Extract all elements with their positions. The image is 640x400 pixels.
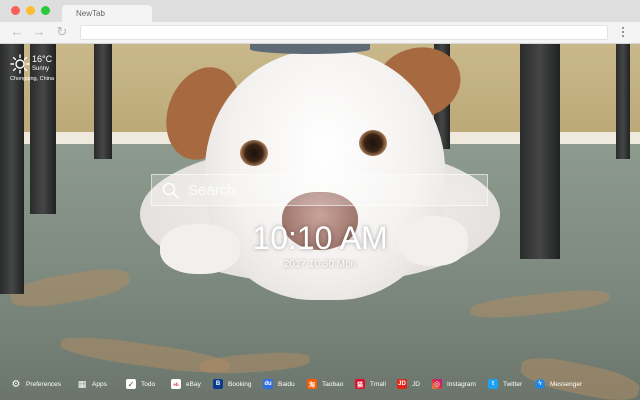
jd-shortcut[interactable]: JD JD: [397, 378, 420, 390]
weather-location: Chongqing, China: [10, 76, 55, 82]
baidu-label: Baidu: [278, 380, 295, 388]
baidu-icon: du: [263, 379, 273, 389]
search-box: [151, 174, 488, 206]
taobao-shortcut[interactable]: 淘 Taobao: [307, 378, 343, 390]
booking-icon: B: [213, 379, 223, 389]
tab-title: NewTab: [76, 9, 105, 18]
ebay-shortcut[interactable]: eb eBay: [171, 378, 201, 390]
apps-button[interactable]: ▦ Apps: [77, 378, 107, 390]
tab-newtab[interactable]: NewTab: [62, 5, 152, 22]
back-button[interactable]: ←: [10, 25, 24, 39]
taobao-icon: 淘: [307, 379, 317, 389]
sun-icon: [10, 54, 30, 74]
weather-condition: Sunny: [32, 66, 50, 72]
instagram-shortcut[interactable]: ◎ Instagram: [432, 378, 476, 390]
tmall-shortcut[interactable]: 猫 Tmall: [355, 378, 386, 390]
tab-strip: NewTab: [0, 0, 640, 22]
taobao-label: Taobao: [322, 380, 344, 388]
reload-button[interactable]: ↻: [55, 25, 69, 39]
clock-date: 2017.10.30 Mon: [283, 259, 357, 270]
tmall-icon: 猫: [355, 379, 365, 389]
instagram-icon: ◎: [432, 379, 442, 389]
baidu-shortcut[interactable]: du Baidu: [263, 378, 295, 390]
close-window-button[interactable]: [11, 6, 20, 15]
grid-icon: ▦: [77, 378, 87, 389]
clock-time: 10:10 AM: [252, 220, 388, 256]
maximize-window-button[interactable]: [41, 6, 50, 15]
booking-shortcut[interactable]: B Booking: [213, 378, 252, 390]
checkbox-icon: ✓: [126, 379, 136, 389]
jd-label: JD: [412, 380, 420, 388]
messenger-label: Messenger: [550, 380, 583, 388]
bottom-shortcut-bar: ⚙ Preferences ▦ Apps ✓ Todo eb eBay B Bo…: [0, 370, 640, 400]
jd-icon: JD: [397, 379, 407, 389]
ebay-icon: eb: [171, 379, 181, 389]
messenger-icon: ϟ: [535, 379, 545, 389]
minimize-window-button[interactable]: [26, 6, 35, 15]
tmall-label: Tmall: [370, 380, 386, 388]
preferences-label: Preferences: [26, 380, 62, 388]
instagram-label: Instagram: [447, 380, 476, 388]
preferences-button[interactable]: ⚙ Preferences: [11, 378, 62, 390]
window-controls: [11, 6, 50, 15]
todo-button[interactable]: ✓ Todo: [126, 378, 155, 390]
twitter-icon: t: [488, 379, 498, 389]
search-input[interactable]: [188, 178, 478, 202]
newtab-page: 16°C Sunny Chongqing, China 10:10 AM 201…: [0, 44, 640, 400]
todo-label: Todo: [141, 380, 156, 388]
messenger-shortcut[interactable]: ϟ Messenger: [535, 378, 582, 390]
search-icon[interactable]: [162, 182, 179, 199]
ebay-label: eBay: [186, 380, 201, 388]
twitter-label: Twitter: [503, 380, 523, 388]
address-bar[interactable]: [80, 25, 608, 40]
apps-label: Apps: [92, 380, 107, 388]
browser-toolbar: ← → ↻: [0, 22, 640, 44]
browser-menu-button[interactable]: [617, 25, 629, 39]
weather-temperature: 16°C: [32, 54, 53, 64]
twitter-shortcut[interactable]: t Twitter: [488, 378, 522, 390]
gear-icon: ⚙: [11, 378, 21, 390]
booking-label: Booking: [228, 380, 252, 388]
forward-button[interactable]: →: [32, 25, 46, 39]
